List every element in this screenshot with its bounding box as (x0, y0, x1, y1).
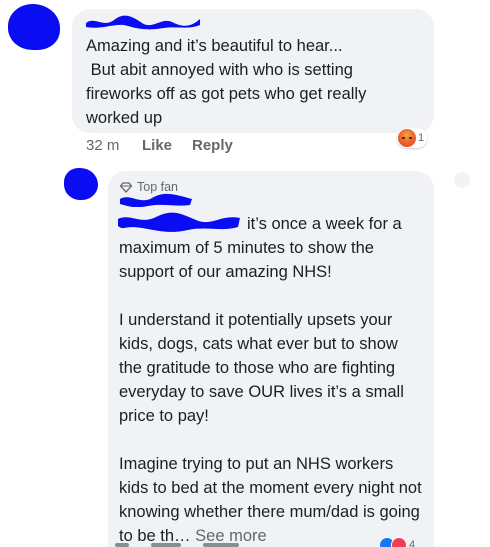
reply-button[interactable]: Reply (192, 137, 233, 154)
reply-text-first-line: it’s once a week for a (247, 215, 402, 233)
reaction-count: 1 (418, 132, 425, 144)
comment-actions: 32 m Like Reply (86, 137, 233, 154)
reply-text-body: maximum of 5 minutes to show the support… (119, 239, 422, 545)
comment-text: Amazing and it’s beautiful to hear... Bu… (86, 37, 367, 127)
angry-reaction-icon (398, 129, 416, 147)
avatar-redaction (8, 4, 60, 50)
top-fan-label: Top fan (137, 180, 179, 194)
comment-timestamp: 32 m (86, 137, 120, 154)
reaction-summary[interactable]: 1 (397, 128, 428, 148)
avatar-redaction (64, 168, 98, 200)
love-reaction-icon (391, 537, 407, 547)
side-icon (454, 172, 470, 188)
reply-author-name-redaction (118, 193, 194, 208)
top-fan-badge: Top fan (120, 180, 178, 194)
reply-text: it’s once a week for a maximum of 5 minu… (119, 212, 425, 547)
reply-reaction-summary[interactable]: 4 (379, 537, 415, 547)
like-button[interactable]: Like (142, 137, 192, 154)
diamond-icon (120, 181, 132, 193)
commenter-name-redaction (84, 14, 202, 30)
reply-reaction-count: 4 (409, 539, 416, 547)
reply-actions-cut-off (115, 543, 295, 547)
